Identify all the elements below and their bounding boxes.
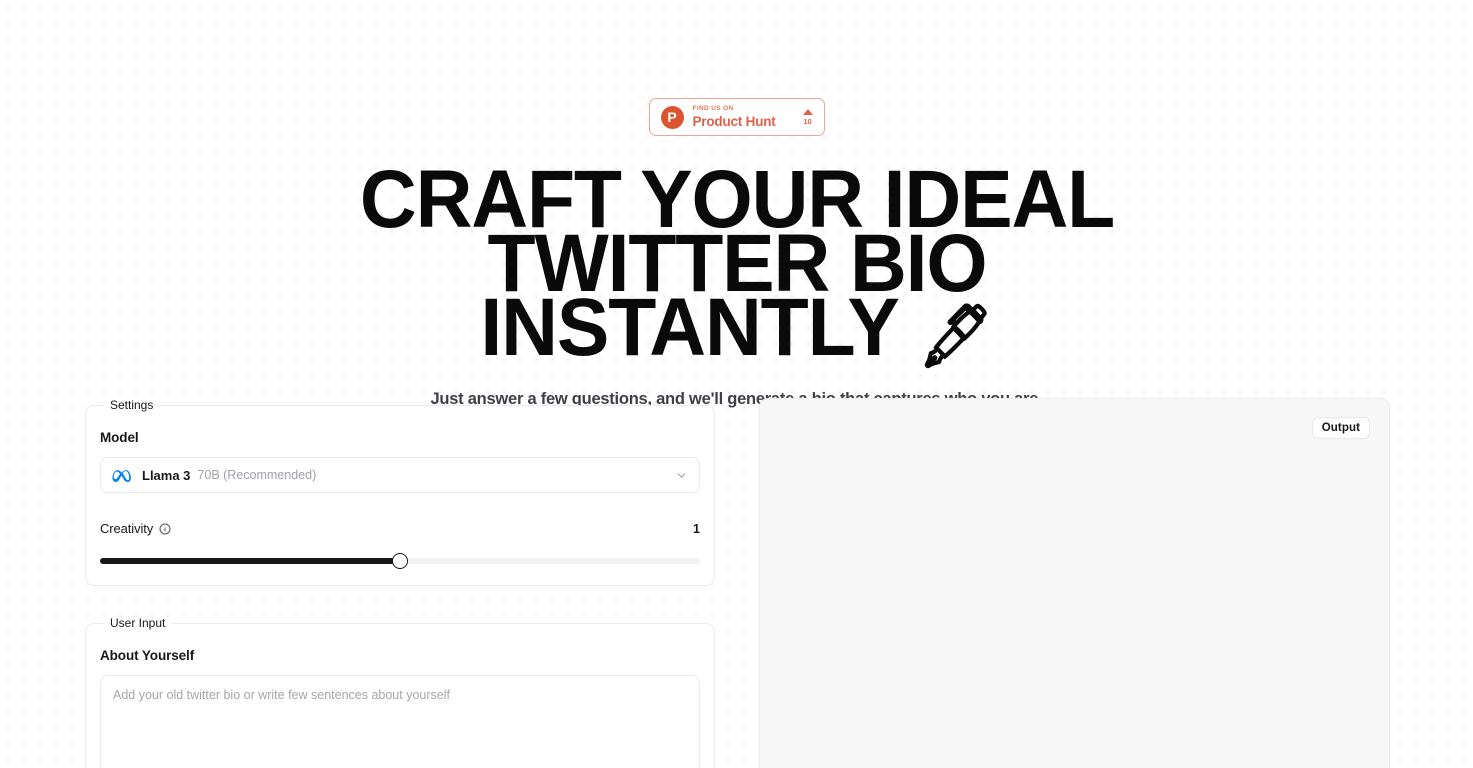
slider-fill	[100, 558, 400, 564]
creativity-row: Creativity 1	[100, 521, 700, 536]
product-hunt-text: FIND US ON Product Hunt	[692, 104, 794, 129]
fountain-pen-icon: 🖋	[917, 299, 994, 372]
model-select[interactable]: Llama 3 70B (Recommended)	[100, 457, 700, 493]
chevron-down-icon	[677, 472, 686, 478]
page-title-line-1: CRAFT YOUR IDEAL TWITTER BIO	[359, 154, 1114, 309]
hero-section: CRAFT YOUR IDEAL TWITTER BIO INSTANTLY 🖋…	[0, 154, 1473, 409]
left-column: Settings Model Llama 3 70B (Recommended)…	[85, 398, 715, 768]
upvote-triangle-icon	[802, 108, 813, 115]
slider-thumb[interactable]	[392, 553, 408, 569]
settings-legend: Settings	[110, 398, 154, 412]
creativity-value: 1	[693, 521, 700, 536]
page-title: CRAFT YOUR IDEAL TWITTER BIO INSTANTLY 🖋	[252, 154, 1222, 369]
model-name: Llama 3	[142, 467, 191, 483]
about-yourself-input[interactable]	[100, 675, 700, 768]
creativity-label: Creativity	[100, 521, 154, 536]
main-content: Settings Model Llama 3 70B (Recommended)…	[85, 398, 1390, 768]
output-panel: Output	[759, 398, 1390, 768]
product-hunt-logo-icon: P	[660, 105, 684, 129]
user-input-legend: User Input	[110, 616, 166, 630]
upvote-count: 10	[803, 116, 812, 126]
info-icon[interactable]	[159, 523, 171, 535]
product-hunt-eyebrow: FIND US ON	[692, 104, 734, 112]
model-label: Model	[100, 430, 139, 445]
meta-logo-icon	[112, 470, 131, 482]
output-badge: Output	[1311, 417, 1370, 439]
user-input-panel: User Input About Yourself	[85, 616, 715, 768]
right-column: Output	[759, 398, 1390, 768]
page-title-line-2: INSTANTLY	[479, 282, 898, 373]
product-hunt-upvote[interactable]: 10	[802, 108, 813, 126]
product-hunt-badge-container: P FIND US ON Product Hunt 10	[0, 98, 1473, 136]
settings-panel: Settings Model Llama 3 70B (Recommended)…	[85, 398, 715, 586]
product-hunt-badge[interactable]: P FIND US ON Product Hunt 10	[648, 98, 825, 136]
model-size: 70B (Recommended)	[197, 468, 317, 482]
product-hunt-title: Product Hunt	[692, 114, 776, 129]
about-yourself-label: About Yourself	[100, 648, 195, 663]
creativity-slider[interactable]	[100, 553, 700, 569]
